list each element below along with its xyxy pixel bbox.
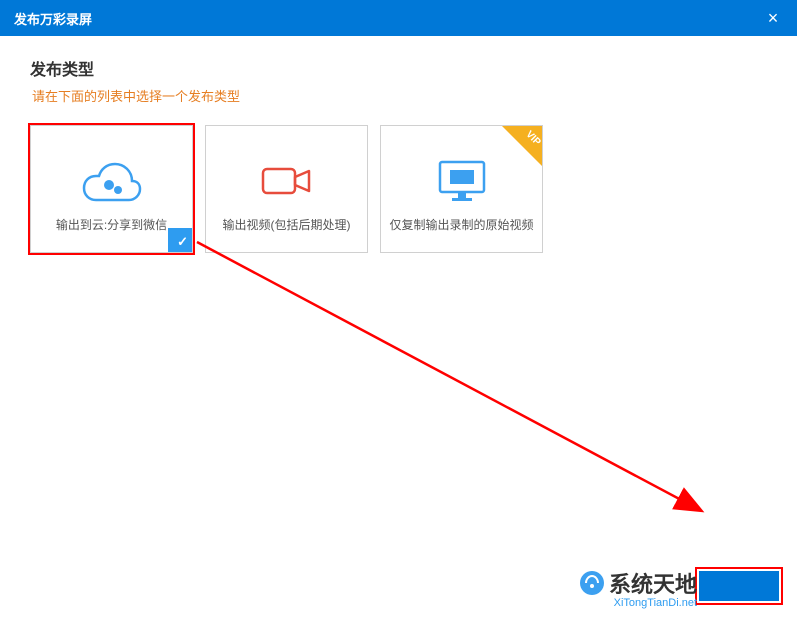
option-output-video[interactable]: 输出视频(包括后期处理)	[205, 125, 368, 253]
option-label: 输出视频(包括后期处理)	[215, 216, 359, 233]
title-bar: 发布万彩录屏 ×	[0, 0, 797, 36]
watermark: 系统天地 XiTongTianDi.net	[579, 567, 697, 609]
option-label: 仅复制输出录制的原始视频	[381, 216, 541, 233]
options-row: 输出到云:分享到微信 输出视频(包括后期处理) VIP	[30, 125, 767, 253]
section-subtitle: 请在下面的列表中选择一个发布类型	[32, 86, 767, 105]
window-title: 发布万彩录屏	[14, 9, 92, 28]
option-label: 输出到云:分享到微信	[48, 216, 175, 233]
section-title: 发布类型	[30, 56, 767, 80]
video-camera-icon	[257, 146, 317, 216]
content-area: 发布类型 请在下面的列表中选择一个发布类型 输出到云:分享到微信	[0, 36, 797, 273]
monitor-icon	[434, 146, 490, 216]
option-copy-original[interactable]: VIP 仅复制输出录制的原始视频	[380, 125, 543, 253]
watermark-main: 系统天地	[579, 567, 697, 599]
watermark-sub: XiTongTianDi.net	[579, 597, 697, 609]
next-button[interactable]	[699, 571, 779, 601]
close-button[interactable]: ×	[763, 8, 783, 29]
annotation-arrow	[195, 240, 735, 530]
watermark-logo-icon	[579, 570, 605, 596]
next-button-highlight	[697, 569, 781, 603]
cloud-icon	[77, 146, 147, 216]
option-cloud-share[interactable]: 输出到云:分享到微信	[30, 125, 193, 253]
